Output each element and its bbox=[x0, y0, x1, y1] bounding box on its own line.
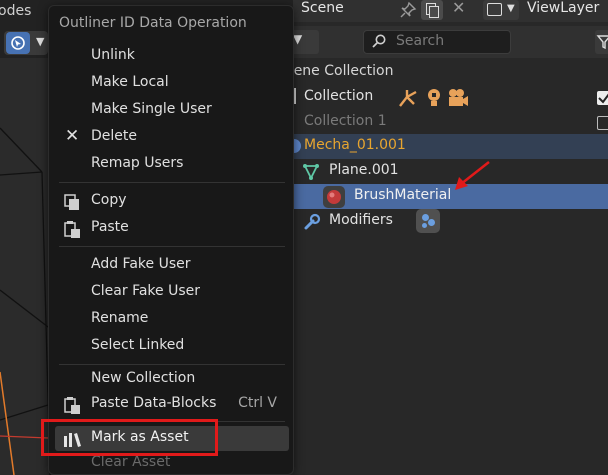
menu-item-rename[interactable]: Rename bbox=[55, 307, 289, 332]
menu-item-label: Select Linked bbox=[91, 337, 185, 353]
tree-row-collection[interactable]: Collection bbox=[290, 85, 608, 110]
menu-item-label: Make Local bbox=[91, 74, 169, 90]
menu-item-label: Make Single User bbox=[91, 101, 212, 117]
menu-item-label: Clear Asset bbox=[91, 454, 171, 470]
brush-material-label: BrushMaterial bbox=[354, 187, 452, 203]
new-scene-icon[interactable] bbox=[421, 0, 443, 20]
modifier-icon[interactable] bbox=[416, 209, 440, 233]
menu-item-unlink[interactable]: Unlink bbox=[55, 44, 289, 69]
material-icon bbox=[323, 186, 345, 208]
tree-row-collection-1[interactable]: Collection 1 bbox=[293, 110, 608, 135]
outliner-editor[interactable]: Scene ✕ ▼ ViewLayer ▼ Search cene Collec… bbox=[286, 0, 608, 475]
menu-item-label: Remap Users bbox=[91, 155, 184, 171]
paste-icon bbox=[64, 221, 80, 238]
menu-item-remap-users[interactable]: Remap Users bbox=[55, 152, 289, 177]
mecha-object-label: Mecha_01.001 bbox=[304, 137, 406, 153]
search-icon bbox=[372, 34, 386, 48]
search-input[interactable]: Search bbox=[363, 30, 511, 54]
menu-item-paste[interactable]: Paste bbox=[55, 216, 289, 241]
search-placeholder: Search bbox=[396, 33, 445, 49]
menu-item-label: Paste bbox=[91, 219, 129, 235]
menu-item-label: Add Fake User bbox=[91, 256, 191, 272]
menu-item-make-single-user[interactable]: Make Single User bbox=[55, 98, 289, 123]
scene-selector[interactable]: Scene bbox=[301, 0, 344, 20]
mesh-icon bbox=[303, 164, 319, 181]
menu-item-add-fake-user[interactable]: Add Fake User bbox=[55, 253, 289, 278]
menu-item-paste-data-blocks[interactable]: Paste Data-Blocks Ctrl V bbox=[55, 392, 289, 417]
light-icon bbox=[428, 89, 440, 106]
menu-item-label: New Collection bbox=[91, 370, 196, 386]
filter-icon[interactable] bbox=[595, 30, 608, 54]
tree-row-scene-collection[interactable]: cene Collection bbox=[286, 60, 608, 85]
menu-item-delete[interactable]: ✕ Delete bbox=[55, 125, 289, 150]
menu-separator bbox=[59, 246, 285, 247]
modifiers-label: Modifiers bbox=[329, 212, 393, 228]
outliner-header: ▼ Search bbox=[289, 26, 608, 58]
camera-icon bbox=[449, 89, 468, 106]
menu-separator bbox=[59, 182, 285, 183]
menu-item-new-collection[interactable]: New Collection bbox=[55, 367, 289, 392]
close-icon[interactable]: ✕ bbox=[452, 0, 465, 17]
tree-row-mecha[interactable]: Mecha_01.001 bbox=[287, 134, 608, 159]
copy-icon bbox=[64, 194, 79, 210]
annotation-highlight-box bbox=[41, 419, 218, 456]
view-layer-type-dropdown[interactable]: ▼ bbox=[483, 0, 519, 20]
pin-icon[interactable] bbox=[399, 1, 417, 19]
menu-item-copy[interactable]: Copy bbox=[55, 189, 289, 214]
menu-item-label: Copy bbox=[91, 192, 127, 208]
view-layer-label: ViewLayer bbox=[527, 0, 600, 16]
exclude-checkbox-unchecked[interactable] bbox=[597, 116, 608, 130]
collection-1-label: Collection 1 bbox=[304, 113, 387, 129]
exclude-checkbox-checked[interactable] bbox=[597, 91, 608, 105]
scene-collection-label: cene Collection bbox=[286, 63, 394, 79]
menu-item-label: Unlink bbox=[91, 47, 135, 63]
armature-icon bbox=[399, 90, 417, 107]
menu-item-label: Rename bbox=[91, 310, 149, 326]
tree-row-plane[interactable]: Plane.001 bbox=[293, 159, 608, 184]
wrench-icon bbox=[304, 213, 321, 230]
menu-item-select-linked[interactable]: Select Linked bbox=[55, 334, 289, 359]
x-icon: ✕ bbox=[65, 126, 80, 146]
menu-separator bbox=[59, 364, 285, 365]
paste-icon bbox=[64, 397, 80, 414]
shortcut-label: Ctrl V bbox=[238, 395, 277, 411]
tree-row-modifiers[interactable]: Modifiers bbox=[293, 209, 608, 234]
id-data-context-menu: Outliner ID Data Operation Unlink Make L… bbox=[48, 5, 294, 475]
menu-item-label: Delete bbox=[91, 128, 137, 144]
annotation-arrow bbox=[455, 161, 490, 190]
plane-mesh-label: Plane.001 bbox=[329, 162, 399, 178]
menu-title: Outliner ID Data Operation bbox=[59, 15, 247, 31]
menu-item-label: Paste Data-Blocks bbox=[91, 395, 217, 411]
top-bar: Scene ✕ ▼ ViewLayer bbox=[293, 0, 608, 22]
menu-item-make-local[interactable]: Make Local bbox=[55, 71, 289, 96]
view-layer-selector[interactable]: ViewLayer bbox=[523, 0, 608, 20]
collection-label: Collection bbox=[304, 88, 374, 104]
menu-item-label: Clear Fake User bbox=[91, 283, 200, 299]
menu-item-clear-fake-user[interactable]: Clear Fake User bbox=[55, 280, 289, 305]
tree-row-brush-material[interactable]: BrushMaterial bbox=[293, 161, 608, 209]
